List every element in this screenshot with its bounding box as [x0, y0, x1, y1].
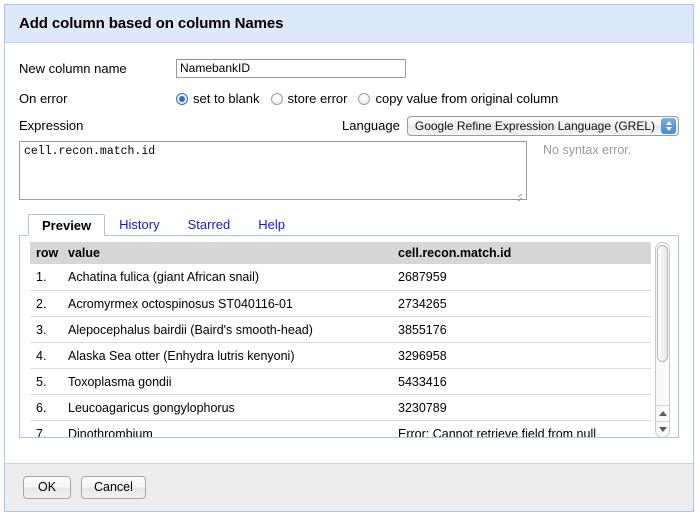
column-header-expression: cell.recon.match.id — [398, 242, 651, 264]
tab-help[interactable]: Help — [244, 213, 299, 235]
on-error-option-store-error[interactable]: store error — [270, 91, 348, 106]
cell-result: 3296958 — [398, 342, 651, 369]
table-row: 3. Alepocephalus bairdii (Baird's smooth… — [30, 316, 651, 343]
new-column-name-row: New column name — [5, 51, 693, 85]
preview-table-scroll: row value cell.recon.match.id 1. Achatin… — [30, 242, 651, 437]
cell-result: 5433416 — [398, 368, 651, 395]
cell-row-index: 7. — [30, 420, 68, 437]
cell-value: Achatina fulica (giant African snail) — [68, 264, 398, 291]
add-column-dialog: Add column based on column Names New col… — [4, 4, 694, 512]
column-header-row: row — [30, 242, 68, 264]
scrollbar-thumb[interactable] — [657, 245, 668, 362]
table-row: 6. Leucoagaricus gongylophorus 3230789 — [30, 394, 651, 421]
cell-value: Toxoplasma gondii — [68, 368, 398, 395]
on-error-option-set-to-blank[interactable]: set to blank — [176, 91, 260, 106]
cell-value: Alaska Sea otter (Enhydra lutris kenyoni… — [68, 342, 398, 369]
language-select[interactable]: Google Refine Expression Language (GREL) — [406, 115, 679, 136]
cell-result-error: Error: Cannot retrieve field from null — [398, 420, 651, 437]
triangle-down-icon — [658, 427, 667, 432]
cell-row-index: 6. — [30, 394, 68, 421]
expression-textarea[interactable] — [19, 141, 527, 200]
triangle-up-icon — [658, 411, 667, 416]
cell-result: 2734265 — [398, 290, 651, 317]
preview-panel-inner: row value cell.recon.match.id 1. Achatin… — [30, 242, 670, 437]
expression-textarea-holder — [19, 141, 527, 203]
dialog-header: Add column based on column Names — [5, 5, 693, 43]
table-row: 5. Toxoplasma gondii 5433416 — [30, 368, 651, 395]
preview-tabs: Preview History Starred Help — [28, 213, 693, 236]
cell-value: Acromyrmex octospinosus ST040116-01 — [68, 290, 398, 317]
radio-icon-store-error[interactable] — [270, 92, 283, 105]
cell-result: 2687959 — [398, 264, 651, 291]
on-error-row: On error set to blank store error copy v… — [5, 85, 693, 112]
table-row: 4. Alaska Sea otter (Enhydra lutris keny… — [30, 342, 651, 369]
tab-history[interactable]: History — [105, 213, 173, 235]
on-error-option-copy-value[interactable]: copy value from original column — [358, 91, 558, 106]
cancel-button[interactable]: Cancel — [81, 476, 146, 499]
language-select-value: Google Refine Expression Language (GREL) — [414, 118, 655, 133]
ok-button[interactable]: OK — [23, 476, 71, 499]
chevron-updown-icon[interactable] — [661, 117, 676, 134]
expression-label: Expression — [19, 118, 84, 133]
dialog-body: New column name On error set to blank st… — [5, 43, 693, 463]
new-column-name-label: New column name — [19, 60, 127, 76]
table-row: 1. Achatina fulica (giant African snail)… — [30, 264, 651, 291]
tab-starred[interactable]: Starred — [174, 213, 245, 235]
table-row: 7. Dinothrombium Error: Cannot retrieve … — [30, 420, 651, 437]
preview-table: row value cell.recon.match.id 1. Achatin… — [30, 242, 651, 437]
cell-value: Alepocephalus bairdii (Baird's smooth-he… — [68, 316, 398, 343]
on-error-label: On error — [19, 91, 68, 106]
tab-preview[interactable]: Preview — [28, 214, 106, 236]
table-header-row: row value cell.recon.match.id — [30, 242, 651, 264]
cell-row-index: 1. — [30, 264, 68, 291]
scroll-down-button[interactable] — [656, 421, 669, 437]
language-label: Language — [342, 118, 400, 133]
cell-value: Dinothrombium — [68, 420, 398, 437]
expression-row: Expression Language Google Refine Expres… — [5, 112, 693, 139]
radio-icon-set-to-blank[interactable] — [176, 92, 188, 105]
preview-panel: row value cell.recon.match.id 1. Achatin… — [19, 235, 679, 438]
cell-row-index: 4. — [30, 342, 68, 369]
cell-row-index: 3. — [30, 316, 68, 343]
on-error-option-label: set to blank — [193, 91, 260, 106]
cell-result: 3230789 — [398, 394, 651, 421]
scroll-up-button[interactable] — [656, 405, 669, 421]
column-header-value: value — [68, 242, 398, 264]
radio-icon-copy-value[interactable] — [358, 92, 371, 105]
table-row: 2. Acromyrmex octospinosus ST040116-01 2… — [30, 290, 651, 317]
dialog-footer: OK Cancel — [5, 463, 693, 511]
cell-result: 3855176 — [398, 316, 651, 343]
cell-row-index: 2. — [30, 290, 68, 317]
cell-value: Leucoagaricus gongylophorus — [68, 394, 398, 421]
on-error-radio-group: set to blank store error copy value from… — [176, 91, 569, 106]
on-error-option-label: store error — [287, 91, 348, 106]
on-error-option-label: copy value from original column — [375, 91, 559, 106]
language-selector-wrap: Language Google Refine Expression Langua… — [342, 115, 679, 136]
new-column-name-input[interactable] — [176, 58, 406, 78]
syntax-status-text: No syntax error. — [543, 143, 632, 157]
dialog-title: Add column based on column Names — [19, 15, 284, 32]
expression-editor-area: No syntax error. — [5, 141, 693, 203]
preview-vertical-scrollbar[interactable] — [655, 242, 670, 437]
cell-row-index: 5. — [30, 368, 68, 395]
scrollbar-buttons — [656, 405, 669, 437]
